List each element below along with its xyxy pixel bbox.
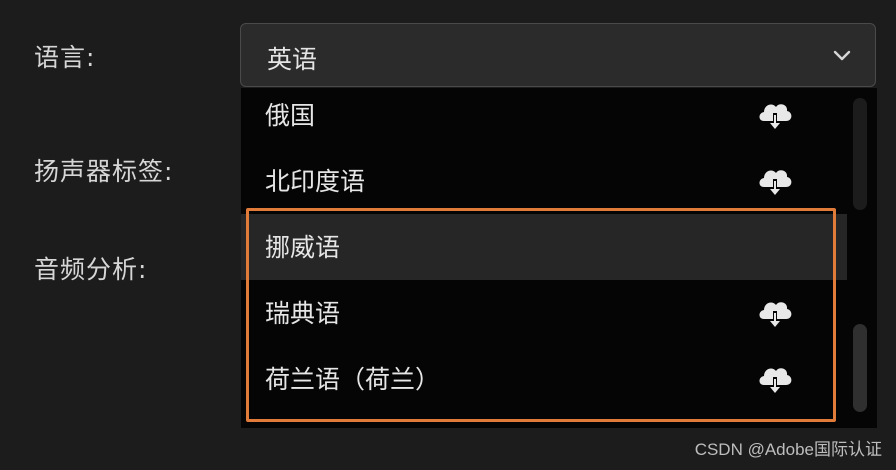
- cloud-download-icon[interactable]: [755, 94, 795, 134]
- chevron-down-icon: [833, 50, 851, 61]
- scrollbar-track-segment: [853, 98, 867, 210]
- list-item[interactable]: 俄国: [241, 88, 847, 148]
- dropdown-scrollbar[interactable]: [847, 88, 877, 428]
- watermark: CSDN @Adobe国际认证: [694, 440, 882, 459]
- option-label: 挪威语: [265, 233, 341, 262]
- list-item[interactable]: 北印度语: [241, 148, 847, 214]
- cloud-download-icon[interactable]: [755, 358, 795, 398]
- cloud-download-icon[interactable]: [755, 292, 795, 332]
- list-item[interactable]: 瑞典语: [241, 280, 847, 346]
- option-label: 俄国: [265, 101, 316, 130]
- speaker-label: 扬声器标签:: [34, 157, 174, 186]
- option-label: 瑞典语: [265, 299, 341, 328]
- list-item[interactable]: 挪威语: [241, 214, 847, 280]
- list-item[interactable]: 荷兰语（荷兰）: [241, 346, 847, 412]
- language-select-value: 英语: [267, 45, 318, 74]
- language-select[interactable]: 英语: [240, 23, 876, 87]
- language-settings-panel: 语言: 扬声器标签: 音频分析: 英语 俄国 北印度语 挪威语 瑞典语 荷兰语（…: [0, 0, 896, 470]
- option-label: 北印度语: [265, 167, 366, 196]
- language-label: 语言:: [34, 43, 96, 72]
- cloud-download-icon[interactable]: [755, 160, 795, 200]
- audio-analysis-label: 音频分析:: [34, 255, 148, 284]
- language-dropdown-list: 俄国 北印度语 挪威语 瑞典语 荷兰语（荷兰）: [241, 88, 877, 428]
- scrollbar-thumb[interactable]: [853, 324, 867, 412]
- option-label: 荷兰语（荷兰）: [265, 365, 441, 394]
